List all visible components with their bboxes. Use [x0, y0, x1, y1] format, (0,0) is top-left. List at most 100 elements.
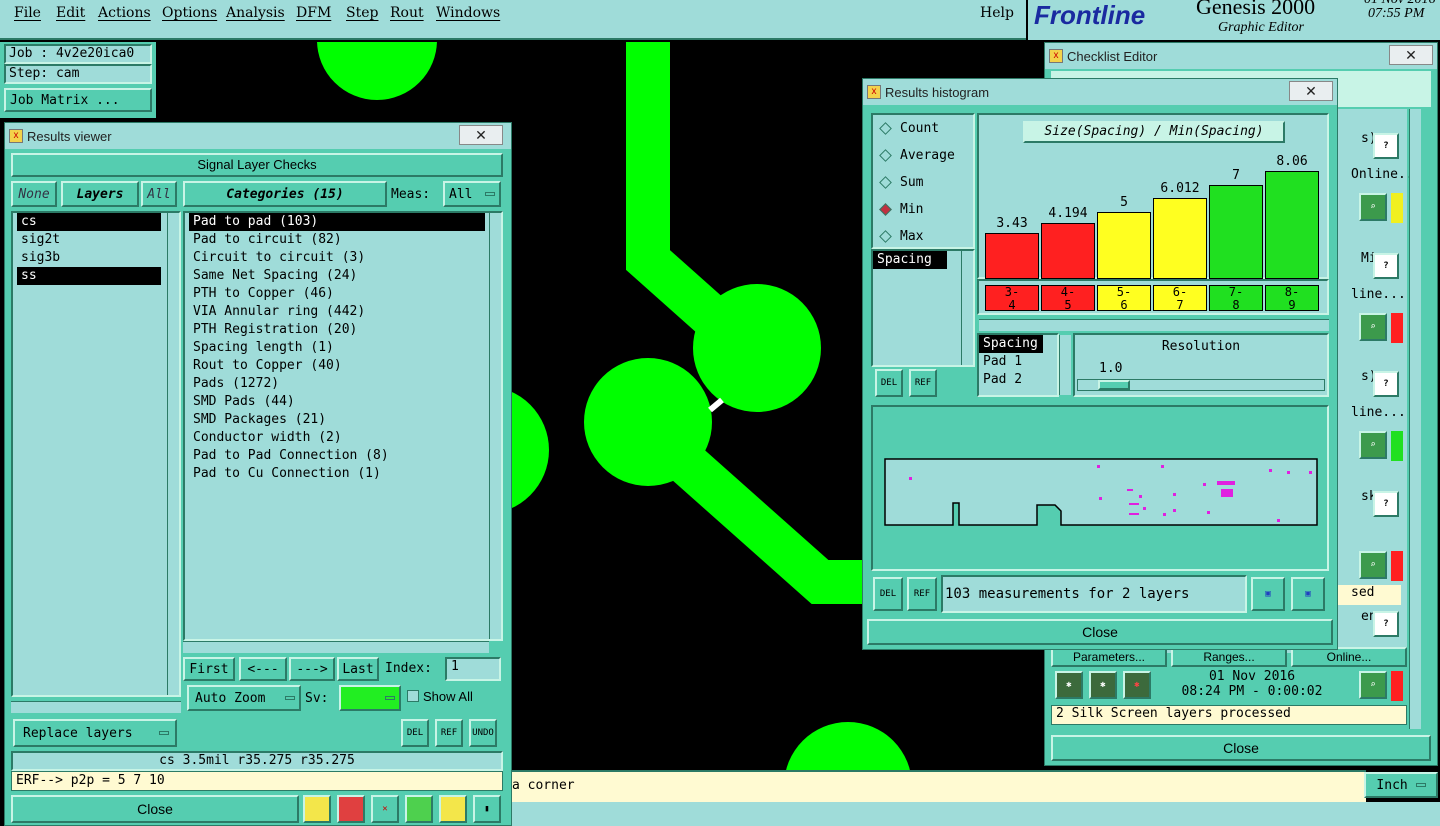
last-button[interactable]: Last	[337, 657, 379, 681]
del-button[interactable]: DEL	[401, 719, 429, 747]
menu-file[interactable]: File	[14, 5, 41, 21]
menu-windows[interactable]: Windows	[436, 5, 500, 21]
menu-actions[interactable]: Actions	[98, 5, 151, 21]
zoom-icon[interactable]: ⌕	[1359, 551, 1387, 579]
layer-list[interactable]: cs sig2t sig3b ss	[11, 211, 181, 697]
viewer-close-button[interactable]: Close	[11, 795, 299, 823]
category-item[interactable]: PTH to Copper (46)	[189, 285, 485, 303]
report-icon[interactable]	[439, 795, 467, 823]
tool-icon-2[interactable]	[337, 795, 365, 823]
category-item[interactable]: Pad to Pad Connection (8)	[189, 447, 485, 465]
resolution-attribute-item[interactable]: Spacing	[979, 335, 1043, 353]
meas-select[interactable]: All	[443, 181, 501, 207]
mode-count-radio[interactable]: Count	[873, 115, 973, 142]
category-item[interactable]: Pad to pad (103)	[189, 213, 485, 231]
export-icon[interactable]: ▣	[1251, 577, 1285, 611]
mode-max-radio[interactable]: Max	[873, 223, 973, 250]
resolution-slider[interactable]	[1077, 379, 1325, 391]
histogram-bar[interactable]	[985, 233, 1039, 279]
menu-dfm[interactable]: DFM	[296, 5, 331, 21]
zoom-icon[interactable]: ⌕	[1359, 313, 1387, 341]
category-item[interactable]: Pads (1272)	[189, 375, 485, 393]
category-item[interactable]: Pad to circuit (82)	[189, 231, 485, 249]
layer-item[interactable]: sig2t	[17, 231, 161, 249]
resolution-attribute-item[interactable]: Pad 2	[979, 371, 1057, 389]
show-all-checkbox[interactable]	[407, 690, 419, 702]
category-item[interactable]: PTH Registration (20)	[189, 321, 485, 339]
help-icon[interactable]: ?	[1373, 133, 1399, 159]
layer-item[interactable]: sig3b	[17, 249, 161, 267]
run-icon[interactable]: ✱	[1055, 671, 1083, 699]
histogram-bar[interactable]	[1153, 198, 1207, 279]
mode-sum-radio[interactable]: Sum	[873, 169, 973, 196]
menu-step[interactable]: Step	[346, 5, 378, 21]
auto-zoom-select[interactable]: Auto Zoom	[187, 685, 301, 711]
zoom-icon[interactable]: ⌕	[1359, 431, 1387, 459]
categories-button[interactable]: Categories (15)	[183, 181, 387, 207]
menu-analysis[interactable]: Analysis	[226, 5, 285, 21]
all-button[interactable]: All	[141, 181, 177, 207]
category-item[interactable]: Circuit to circuit (3)	[189, 249, 485, 267]
checklist-close-button[interactable]: Close	[1051, 735, 1431, 761]
category-item[interactable]: Same Net Spacing (24)	[189, 267, 485, 285]
category-item[interactable]: Pad to Cu Connection (1)	[189, 465, 485, 483]
layer-item[interactable]: cs	[17, 213, 161, 231]
close-icon[interactable]: ✕	[459, 125, 503, 145]
resolution-attribute-item[interactable]: Pad 1	[979, 353, 1057, 371]
job-matrix-button[interactable]: Job Matrix ...	[4, 88, 152, 112]
category-item[interactable]: Spacing length (1)	[189, 339, 485, 357]
ranges-button[interactable]: Ranges...	[1171, 647, 1287, 667]
map-del-button[interactable]: DEL	[873, 577, 903, 611]
zoom-icon[interactable]: ⌕	[1359, 671, 1387, 699]
hist-del-button[interactable]: DEL	[875, 369, 903, 397]
tool-icon-4[interactable]	[405, 795, 433, 823]
replace-layers-select[interactable]: Replace layers	[13, 719, 177, 747]
mode-min-radio[interactable]: Min	[873, 196, 973, 223]
defect-map[interactable]	[871, 405, 1329, 571]
category-item[interactable]: Conductor width (2)	[189, 429, 485, 447]
menu-edit[interactable]: Edit	[56, 5, 85, 21]
mode-radio-group[interactable]: Count Average Sum Min Max	[871, 113, 975, 249]
next-button[interactable]: --->	[289, 657, 335, 681]
run-all-icon[interactable]: ✱	[1089, 671, 1117, 699]
menu-options[interactable]: Options	[162, 5, 217, 21]
layers-button[interactable]: Layers	[61, 181, 139, 207]
help-icon[interactable]: ?	[1373, 253, 1399, 279]
histogram-bar[interactable]	[1265, 171, 1319, 279]
undo-button[interactable]: UNDO	[469, 719, 497, 747]
help-icon[interactable]: ?	[1373, 491, 1399, 517]
import-icon[interactable]: ▣	[1291, 577, 1325, 611]
map-ref-button[interactable]: REF	[907, 577, 937, 611]
units-select[interactable]: Inch	[1364, 772, 1438, 798]
category-item[interactable]: SMD Pads (44)	[189, 393, 485, 411]
menu-help[interactable]: Help	[980, 5, 1014, 21]
close-icon[interactable]: ✕	[1389, 45, 1433, 65]
category-item[interactable]: VIA Annular ring (442)	[189, 303, 485, 321]
index-input[interactable]: 1	[445, 657, 501, 681]
attribute-item[interactable]: Spacing	[873, 251, 947, 269]
parameters-button[interactable]: Parameters...	[1051, 647, 1167, 667]
menu-rout[interactable]: Rout	[390, 5, 424, 21]
histogram-bar[interactable]	[1041, 223, 1095, 279]
attribute-list[interactable]: Spacing	[871, 249, 975, 367]
sv-color-select[interactable]	[339, 685, 401, 711]
chart-icon[interactable]: ▮	[473, 795, 501, 823]
prev-button[interactable]: <---	[239, 657, 287, 681]
zoom-icon[interactable]: ⌕	[1359, 193, 1387, 221]
histogram-bar[interactable]	[1209, 185, 1263, 279]
layer-item[interactable]: ss	[17, 267, 161, 285]
tool-icon-3[interactable]: ✕	[371, 795, 399, 823]
help-icon[interactable]: ?	[1373, 371, 1399, 397]
tool-icon-1[interactable]	[303, 795, 331, 823]
category-item[interactable]: SMD Packages (21)	[189, 411, 485, 429]
hist-ref-button[interactable]: REF	[909, 369, 937, 397]
histogram-bar[interactable]	[1097, 212, 1151, 279]
run-error-icon[interactable]: ✱	[1123, 671, 1151, 699]
online-button[interactable]: Online...	[1291, 647, 1407, 667]
close-icon[interactable]: ✕	[1289, 81, 1333, 101]
category-item[interactable]: Rout to Copper (40)	[189, 357, 485, 375]
none-button[interactable]: None	[11, 181, 57, 207]
first-button[interactable]: First	[183, 657, 235, 681]
histogram-close-button[interactable]: Close	[867, 619, 1333, 645]
mode-average-radio[interactable]: Average	[873, 142, 973, 169]
